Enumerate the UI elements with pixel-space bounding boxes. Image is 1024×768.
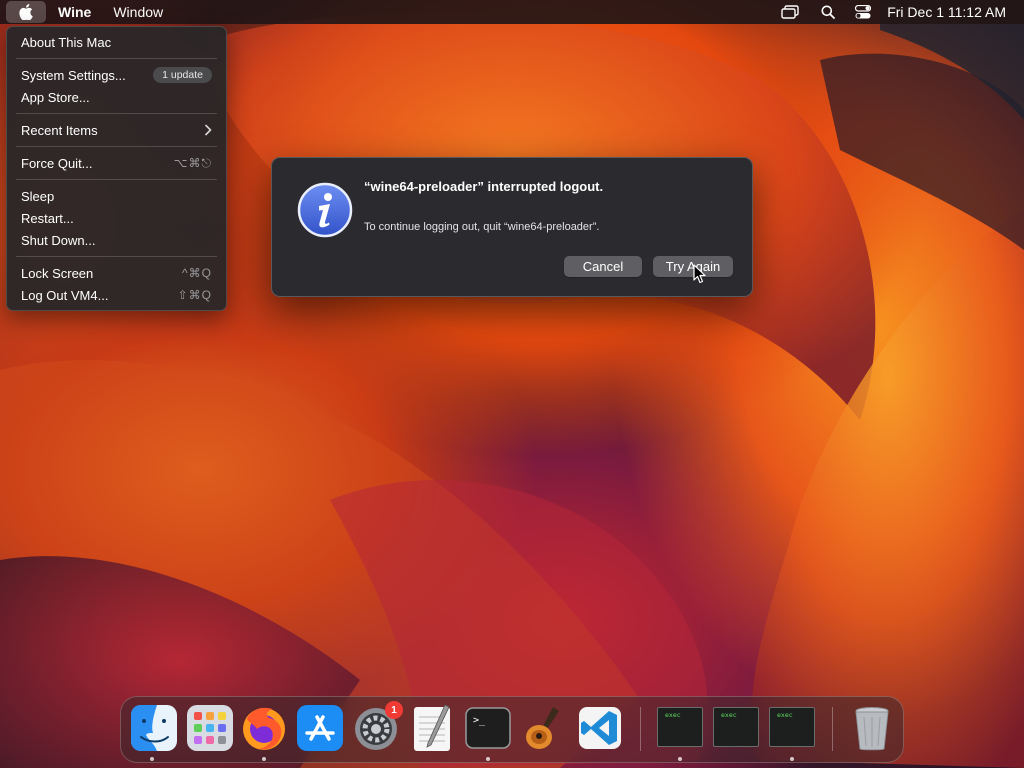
menu-bar: Wine Window Fri Dec 1 11:12 AM: [0, 0, 1024, 24]
menu-item-force-quit[interactable]: Force Quit... ⌥⌘⎋: [7, 152, 226, 174]
chevron-right-icon: [205, 124, 212, 136]
dock-separator: [832, 707, 833, 751]
control-center-icon[interactable]: [855, 5, 872, 19]
menu-item-label: App Store...: [21, 89, 90, 105]
alert-message: To continue logging out, quit “wine64-pr…: [364, 221, 600, 233]
menu-item-shut-down[interactable]: Shut Down...: [7, 229, 226, 251]
running-indicator: [150, 757, 154, 761]
screen-mirroring-icon[interactable]: [781, 5, 799, 19]
menu-item-label: System Settings...: [21, 67, 126, 83]
menu-item-lock-screen[interactable]: Lock Screen ^⌘Q: [7, 262, 226, 284]
info-icon: [297, 182, 353, 238]
menu-separator: [16, 58, 217, 59]
window-label: exec: [721, 711, 737, 719]
running-indicator: [790, 757, 794, 761]
mouse-cursor-icon: [693, 264, 706, 284]
apple-menu-button[interactable]: [6, 1, 46, 23]
menu-item-system-settings[interactable]: System Settings... 1 update: [7, 64, 226, 86]
menu-item-label: Restart...: [21, 210, 74, 226]
menubar-clock[interactable]: Fri Dec 1 11:12 AM: [887, 4, 1006, 20]
running-indicator: [486, 757, 490, 761]
textedit-icon[interactable]: [407, 703, 457, 753]
minimized-window-exec[interactable]: exec: [713, 707, 759, 747]
app-store-icon[interactable]: [295, 703, 345, 753]
menu-item-label: Recent Items: [21, 122, 98, 138]
menu-item-label: Sleep: [21, 188, 55, 204]
alert-title: “wine64-preloader” interrupted logout.: [364, 179, 604, 194]
svg-text:>_: >_: [473, 715, 486, 726]
update-badge: 1 update: [153, 67, 212, 83]
dock: 1 >_ exec exec exec: [120, 696, 904, 763]
running-indicator: [262, 757, 266, 761]
apple-menu-dropdown: About This Mac System Settings... 1 upda…: [6, 26, 227, 311]
notification-badge: 1: [385, 701, 403, 719]
garageband-icon[interactable]: [519, 703, 569, 753]
shortcut-label: ⇧⌘Q: [177, 288, 212, 302]
menu-item-sleep[interactable]: Sleep: [7, 185, 226, 207]
apple-logo-icon: [19, 4, 33, 20]
menu-item-label: Lock Screen: [21, 265, 94, 281]
menu-separator: [16, 179, 217, 180]
menu-window[interactable]: Window: [113, 4, 163, 20]
menu-item-about-this-mac[interactable]: About This Mac: [7, 31, 226, 53]
menu-item-log-out[interactable]: Log Out VM4... ⇧⌘Q: [7, 284, 226, 306]
shortcut-label: ⌥⌘⎋: [173, 155, 212, 170]
menu-item-label: Force Quit...: [21, 155, 93, 171]
window-label: exec: [665, 711, 681, 719]
minimized-window-exec[interactable]: exec: [657, 707, 703, 747]
app-menu-wine[interactable]: Wine: [58, 4, 91, 20]
menu-item-label: Log Out VM4...: [21, 287, 109, 303]
logout-interrupted-alert: “wine64-preloader” interrupted logout. T…: [271, 157, 753, 297]
menu-separator: [16, 146, 217, 147]
vscode-icon[interactable]: [575, 703, 625, 753]
menu-item-restart[interactable]: Restart...: [7, 207, 226, 229]
window-label: exec: [777, 711, 793, 719]
menu-item-label: About This Mac: [21, 34, 112, 50]
cancel-button[interactable]: Cancel: [564, 256, 642, 277]
menu-separator: [16, 113, 217, 114]
launchpad-icon[interactable]: [185, 703, 235, 753]
menu-separator: [16, 256, 217, 257]
shortcut-label: ^⌘Q: [182, 266, 212, 280]
dock-separator: [640, 707, 641, 751]
firefox-icon[interactable]: [239, 703, 289, 753]
menu-item-app-store[interactable]: App Store...: [7, 86, 226, 108]
running-indicator: [678, 757, 682, 761]
trash-icon[interactable]: [847, 703, 897, 753]
menu-item-recent-items[interactable]: Recent Items: [7, 119, 226, 141]
finder-icon[interactable]: [129, 703, 179, 753]
search-icon[interactable]: [821, 5, 836, 19]
terminal-icon[interactable]: >_: [463, 703, 513, 753]
menu-item-label: Shut Down...: [21, 232, 96, 248]
minimized-window-exec[interactable]: exec: [769, 707, 815, 747]
